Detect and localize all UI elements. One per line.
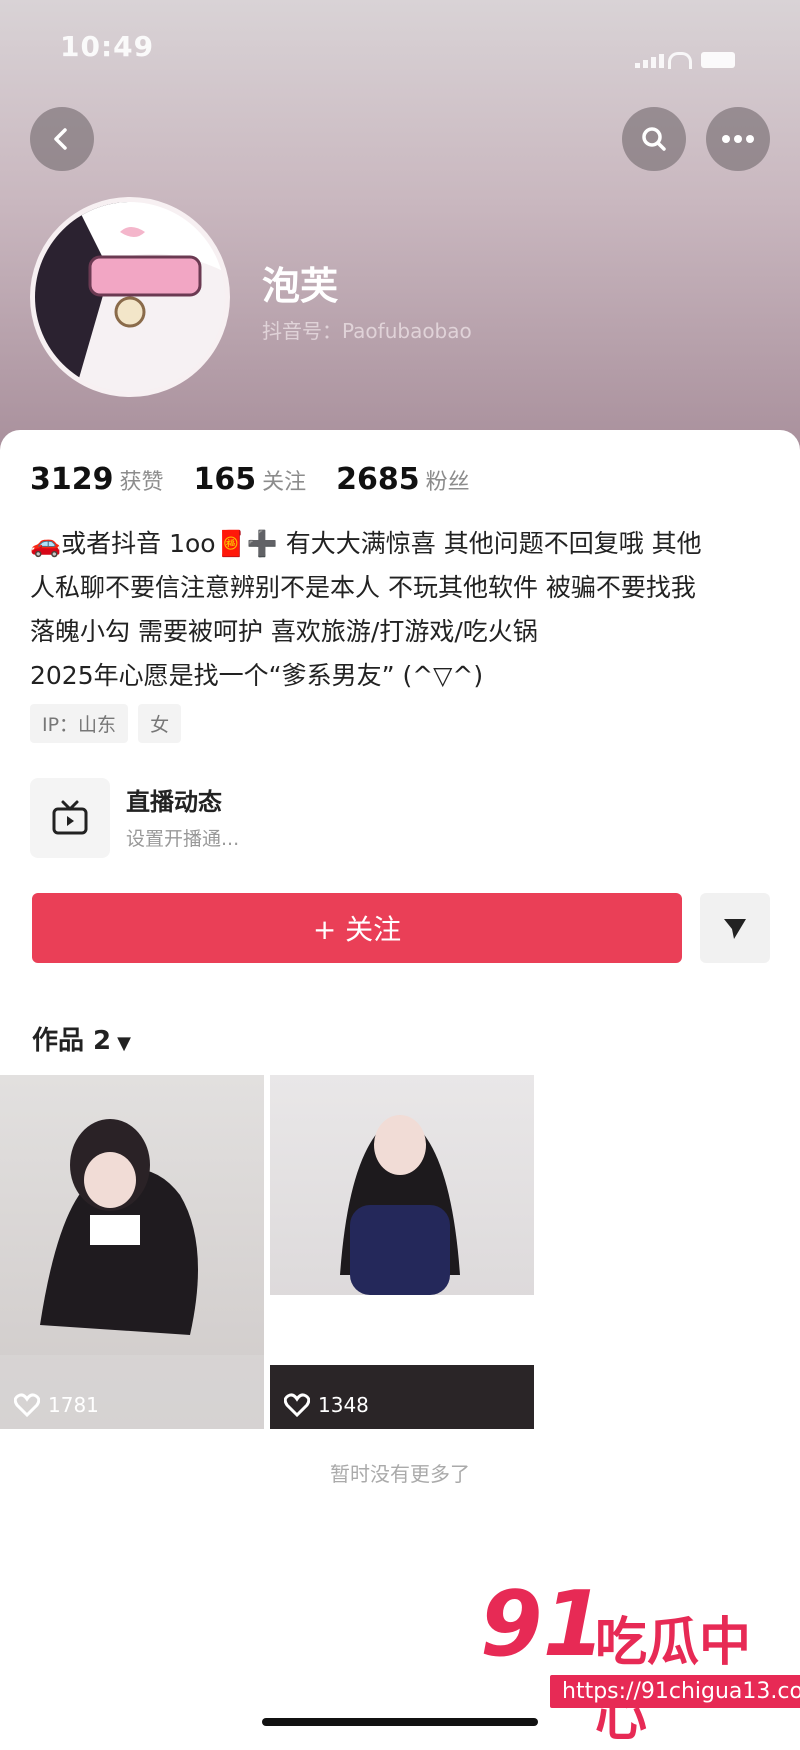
search-icon xyxy=(642,127,666,151)
stat-label: 获赞 xyxy=(119,470,164,495)
stat-value: 2685 xyxy=(336,462,420,497)
video-preview xyxy=(270,1115,534,1429)
stat-value: 165 xyxy=(193,462,257,497)
live-feed-entry[interactable]: 直播动态 设置开播通... xyxy=(30,778,770,858)
caret-down-icon: ▼ xyxy=(117,1033,131,1054)
works-label: 作品 2 xyxy=(32,1026,112,1056)
status-time: 10:49 xyxy=(60,30,155,63)
avatar-illustration xyxy=(35,202,225,392)
bio-line: 人私聊不要信注意辨别不是本人 不玩其他软件 被骗不要找我 xyxy=(30,573,696,602)
watermark-url: https://91chigua13.com xyxy=(550,1675,800,1708)
watermark-number: 91 xyxy=(480,1572,606,1677)
video-likes: 1781 xyxy=(14,1393,99,1417)
bio-line: 2025年心愿是找一个“爹系男友” (^▽^) xyxy=(30,661,484,690)
no-more-text: 暂时没有更多了 xyxy=(330,1462,470,1486)
wifi-icon xyxy=(668,52,692,69)
signal-icon xyxy=(635,54,665,68)
status-icons xyxy=(635,40,760,69)
video-thumbnail[interactable]: 1348 xyxy=(270,1075,534,1429)
stat-label: 关注 xyxy=(262,470,307,495)
video-thumbnail[interactable]: 1781 xyxy=(0,1075,264,1429)
stat-likes[interactable]: 3129 获赞 xyxy=(30,462,164,497)
more-button[interactable] xyxy=(706,107,770,171)
stat-followers[interactable]: 2685 粉丝 xyxy=(336,462,470,497)
gender-tag: 女 xyxy=(138,704,182,743)
ip-tag: IP：山东 xyxy=(30,704,129,743)
heart-icon xyxy=(14,1393,40,1417)
battery-icon xyxy=(701,52,735,68)
back-icon xyxy=(54,128,67,150)
avatar[interactable] xyxy=(30,197,230,397)
tag-list: IP：山东 女 xyxy=(30,704,182,743)
likes-count: 1781 xyxy=(48,1393,99,1417)
video-preview xyxy=(0,1119,264,1429)
share-icon xyxy=(724,919,746,939)
back-button[interactable] xyxy=(30,107,94,171)
search-button[interactable] xyxy=(622,107,686,171)
douyin-id[interactable]: 抖音号：Paofubaobao xyxy=(262,315,472,344)
share-button[interactable] xyxy=(700,893,770,963)
tv-icon xyxy=(30,778,110,858)
more-icon xyxy=(722,135,754,143)
follow-button[interactable]: + 关注 xyxy=(32,893,682,963)
video-likes: 1348 xyxy=(284,1393,369,1417)
stat-following[interactable]: 165 关注 xyxy=(194,462,307,497)
status-bar: 10:49 xyxy=(0,30,800,70)
live-title: 直播动态 xyxy=(126,788,222,816)
live-subtitle: 设置开播通... xyxy=(126,828,240,850)
heart-icon xyxy=(284,1393,310,1417)
stat-label: 粉丝 xyxy=(425,470,470,495)
likes-count: 1348 xyxy=(318,1393,369,1417)
home-indicator[interactable] xyxy=(262,1718,538,1726)
stats-row: 3129 获赞 165 关注 2685 粉丝 xyxy=(30,462,470,497)
stat-value: 3129 xyxy=(30,462,114,497)
bio-line: 落魄小勾 需要被呵护 喜欢旅游/打游戏/吃火锅 xyxy=(30,617,538,646)
bio: 🚗或者抖音 1oo🧧➕ 有大大满惊喜 其他问题不回复哦 其他 人私聊不要信注意辨… xyxy=(30,522,770,698)
profile-header: 10:49 泡芙 抖音号：Paofubaobao xyxy=(0,0,800,450)
watermark-logo: 91 吃瓜中心 https://91chigua13.com xyxy=(480,1572,800,1748)
works-tab[interactable]: 作品 2 ▼ xyxy=(32,1020,131,1057)
bio-line: 🚗或者抖音 1oo🧧➕ 有大大满惊喜 其他问题不回复哦 其他 xyxy=(30,529,702,558)
profile-name: 泡芙 xyxy=(262,264,339,308)
